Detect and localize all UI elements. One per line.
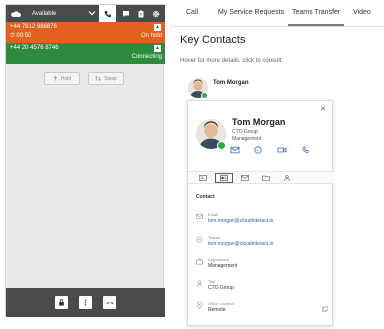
chat-icon xyxy=(122,10,129,17)
person-icon xyxy=(196,280,203,287)
field-value: Remote xyxy=(208,307,226,313)
swap-label: Swap xyxy=(104,75,117,82)
hold-label: Hold xyxy=(60,75,72,82)
more-button[interactable] xyxy=(79,296,92,309)
card-tabs xyxy=(188,171,334,184)
close-icon[interactable]: ✕ xyxy=(320,105,326,113)
presence-available-icon xyxy=(201,92,208,99)
chat-button[interactable] xyxy=(118,5,133,22)
field-label: Email xyxy=(208,212,219,217)
contact-card-icon xyxy=(220,175,228,181)
call-timer-value: 00:50 xyxy=(16,33,32,39)
email-icon xyxy=(241,175,249,181)
card-name: Tom Morgan xyxy=(232,117,286,127)
contact-card: ✕ Tom Morgan CTO Group Management Contac… xyxy=(187,100,334,326)
tab-my-service-requests[interactable]: My Service Requests xyxy=(218,9,284,16)
field-title: Title CTO Group xyxy=(196,279,328,293)
phone-icon[interactable] xyxy=(301,146,311,154)
clipboard-icon xyxy=(138,10,143,17)
field-label: Department xyxy=(208,257,229,262)
field-department: Department Management xyxy=(196,257,328,271)
person-icon xyxy=(284,175,290,181)
call-action-button[interactable]: ▲ xyxy=(154,45,161,52)
tab-card-overview[interactable] xyxy=(194,173,212,183)
call-state: Connecting xyxy=(131,54,162,60)
section-title: Contact xyxy=(196,194,215,200)
contact-name[interactable]: Tom Morgan xyxy=(213,80,249,86)
tab-teams-transfer[interactable]: Teams Transfer xyxy=(292,9,340,16)
swap-button[interactable]: Swap xyxy=(88,72,124,85)
field-value: CTO Group xyxy=(208,285,234,291)
chat-icon xyxy=(196,236,203,243)
phone-icon xyxy=(104,10,111,17)
field-value[interactable]: tom.morgan@cloudinteract.io xyxy=(208,241,273,247)
field-value[interactable]: tom.morgan@cloudinteract.io xyxy=(208,218,273,224)
chevron-down-icon[interactable] xyxy=(88,9,96,17)
hangup-button[interactable] xyxy=(103,296,116,309)
card-title: CTO Group xyxy=(232,129,258,135)
tab-card-email[interactable] xyxy=(236,173,254,183)
more-vertical-icon xyxy=(84,299,87,306)
id-card-icon xyxy=(199,175,207,181)
field-label: Office Location xyxy=(208,301,235,306)
hold-button[interactable]: Hold xyxy=(44,72,80,85)
call-action-button[interactable]: ▲ xyxy=(154,24,161,31)
field-email: Email tom.morgan@cloudinteract.io xyxy=(196,212,328,226)
call-number: +44 7812 986876 xyxy=(10,24,57,30)
card-department: Management xyxy=(232,136,262,142)
presence-available-icon xyxy=(217,141,226,150)
page-hint: Hover for more details, click to consult… xyxy=(180,58,284,64)
email-icon[interactable] xyxy=(230,146,240,154)
call-actions-bar xyxy=(6,288,165,317)
page-title: Key Contacts xyxy=(180,34,246,46)
field-label: Teams xyxy=(208,235,220,240)
keypad-button[interactable] xyxy=(55,296,68,309)
tab-video[interactable]: Video xyxy=(353,9,371,16)
gear-icon xyxy=(152,10,159,17)
location-pin-icon xyxy=(196,302,203,309)
field-office-location: Office Location Remote xyxy=(196,301,328,315)
email-icon xyxy=(196,214,203,219)
softphone-panel: Available +44 7812 986876 ⏱ 00:50 On hol… xyxy=(5,4,165,317)
lock-icon xyxy=(59,299,64,306)
field-teams: Teams tom.morgan@cloudinteract.io xyxy=(196,235,328,249)
softphone-toolbar: Available xyxy=(6,5,165,22)
swap-icon xyxy=(95,76,101,81)
cloud-icon xyxy=(11,10,21,17)
arrow-up-icon xyxy=(53,76,58,81)
folder-icon xyxy=(262,175,270,181)
tab-card-files[interactable] xyxy=(257,173,275,183)
clipboard-button[interactable] xyxy=(133,5,148,22)
settings-button[interactable] xyxy=(148,5,163,22)
briefcase-icon xyxy=(196,258,203,265)
tab-call[interactable]: Call xyxy=(186,9,198,16)
copy-icon[interactable] xyxy=(322,306,328,312)
call-number: +44 20 4576 8746 xyxy=(10,45,59,51)
field-label: Title xyxy=(208,279,216,284)
status-label: Available xyxy=(32,10,57,17)
call-state: On hold xyxy=(140,33,162,39)
hangup-icon xyxy=(106,302,113,305)
status-selector[interactable]: Available xyxy=(6,5,99,22)
app-root: Available +44 7812 986876 ⏱ 00:50 On hol… xyxy=(0,0,384,329)
active-tab-indicator xyxy=(288,24,344,26)
phone-tab-button[interactable] xyxy=(99,5,116,22)
chat-icon[interactable] xyxy=(253,146,263,154)
tab-card-people[interactable] xyxy=(278,173,296,183)
video-icon[interactable] xyxy=(277,146,287,154)
call-timer: ⏱ 00:50 xyxy=(10,33,32,39)
call-connecting[interactable]: +44 20 4576 8746 Connecting ▲ xyxy=(6,43,165,64)
tab-card-contact[interactable] xyxy=(215,173,233,183)
main-tabs: Call My Service Requests Teams Transfer … xyxy=(171,0,384,27)
call-on-hold[interactable]: +44 7812 986876 ⏱ 00:50 On hold ▲ xyxy=(6,22,165,43)
field-value: Management xyxy=(208,263,238,269)
